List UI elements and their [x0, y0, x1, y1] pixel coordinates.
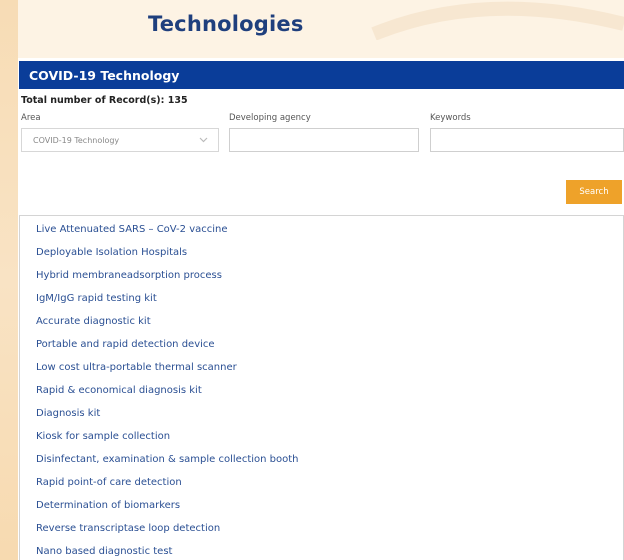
list-item[interactable]: Portable and rapid detection device [36, 339, 215, 350]
list-item[interactable]: Disinfectant, examination & sample colle… [36, 454, 299, 465]
agency-label: Developing agency [229, 113, 311, 123]
list-item[interactable]: Low cost ultra-portable thermal scanner [36, 362, 237, 373]
keywords-label: Keywords [430, 113, 471, 123]
list-item[interactable]: Hybrid membraneadsorption process [36, 270, 222, 281]
record-count: Total number of Record(s): 135 [21, 95, 188, 106]
list-item[interactable]: Reverse transcriptase loop detection [36, 523, 220, 534]
area-label: Area [21, 113, 41, 123]
search-button[interactable]: Search [566, 180, 622, 204]
list-item[interactable]: Live Attenuated SARS – CoV-2 vaccine [36, 224, 228, 235]
list-item[interactable]: IgM/IgG rapid testing kit [36, 293, 157, 304]
list-item[interactable]: Rapid & economical diagnosis kit [36, 385, 202, 396]
area-select[interactable]: COVID-19 Technology [21, 128, 219, 152]
list-item[interactable]: Determination of biomarkers [36, 500, 180, 511]
section-title: COVID-19 Technology [29, 68, 180, 83]
page-title: Technologies [148, 12, 304, 36]
list-item[interactable]: Nano based diagnostic test [36, 546, 172, 557]
main-content: COVID-19 Technology Total number of Reco… [18, 58, 624, 560]
results-list: Live Attenuated SARS – CoV-2 vaccine Dep… [19, 215, 624, 560]
list-item[interactable]: Kiosk for sample collection [36, 431, 170, 442]
keywords-input[interactable] [430, 128, 624, 152]
watermark-decor [364, 0, 624, 40]
list-item[interactable]: Rapid point-of care detection [36, 477, 182, 488]
list-item[interactable]: Accurate diagnostic kit [36, 316, 151, 327]
area-select-value: COVID-19 Technology [33, 136, 120, 145]
section-header-bar: COVID-19 Technology [19, 61, 624, 89]
developing-agency-input[interactable] [229, 128, 419, 152]
left-decor-strip [0, 0, 18, 560]
list-item[interactable]: Deployable Isolation Hospitals [36, 247, 187, 258]
chevron-down-icon [199, 137, 208, 143]
list-item[interactable]: Diagnosis kit [36, 408, 100, 419]
